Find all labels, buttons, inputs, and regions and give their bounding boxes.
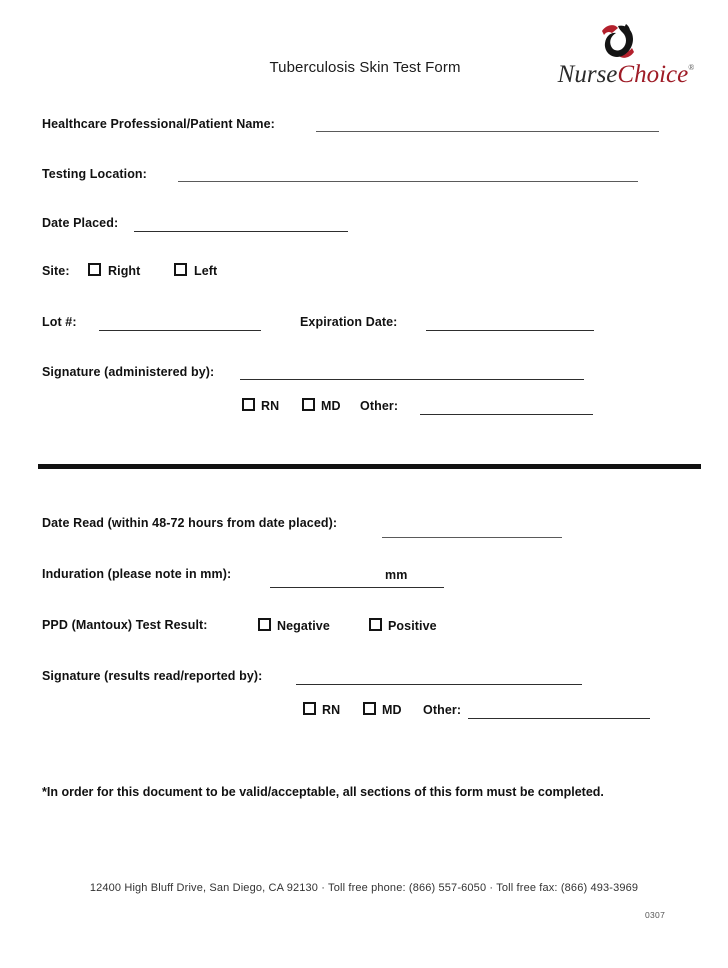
site-right-label: Right — [108, 264, 141, 278]
site-left-label: Left — [194, 264, 218, 278]
induration-input[interactable] — [270, 587, 444, 588]
nursechoice-logo-mark-icon — [596, 22, 642, 62]
results-md-label: MD — [382, 703, 402, 717]
patient-name-label: Healthcare Professional/Patient Name: — [42, 117, 275, 131]
brand-name-choice: Choice — [617, 61, 689, 88]
page-title: Tuberculosis Skin Test Form — [269, 59, 461, 76]
expiration-date-label: Expiration Date: — [300, 315, 398, 329]
administered-rn-label: RN — [261, 399, 280, 413]
ppd-positive-checkbox[interactable] — [369, 618, 382, 631]
form-page: Tuberculosis Skin Test Form NurseChoice®… — [0, 0, 728, 968]
validity-notice: *In order for this document to be valid/… — [42, 785, 604, 799]
administered-md-checkbox[interactable] — [302, 398, 315, 411]
section-divider — [38, 464, 701, 469]
footer-address: 12400 High Bluff Drive, San Diego, CA 92… — [89, 882, 639, 894]
results-other-input[interactable] — [468, 718, 650, 719]
results-other-label: Other: — [423, 703, 462, 717]
results-rn-checkbox[interactable] — [303, 702, 316, 715]
brand-logo: NurseChoice® — [551, 22, 701, 96]
administered-other-label: Other: — [360, 399, 399, 413]
brand-wordmark: NurseChoice® — [551, 62, 701, 87]
ppd-negative-label: Negative — [277, 619, 330, 633]
lot-number-input[interactable] — [99, 330, 261, 331]
testing-location-input[interactable] — [178, 181, 638, 182]
lot-number-label: Lot #: — [42, 315, 77, 329]
results-rn-label: RN — [322, 703, 341, 717]
results-signature-input[interactable] — [296, 684, 582, 685]
administered-other-input[interactable] — [420, 414, 593, 415]
site-label: Site: — [42, 264, 70, 278]
ppd-result-label: PPD (Mantoux) Test Result: — [42, 618, 208, 632]
date-read-input[interactable] — [382, 537, 562, 538]
administered-signature-label: Signature (administered by): — [42, 365, 215, 379]
expiration-date-input[interactable] — [426, 330, 594, 331]
ppd-positive-label: Positive — [388, 619, 437, 633]
date-placed-label: Date Placed: — [42, 216, 119, 230]
patient-name-input[interactable] — [316, 131, 659, 132]
trademark-symbol: ® — [688, 63, 695, 72]
induration-unit-label: mm — [385, 568, 408, 582]
site-left-checkbox[interactable] — [174, 263, 187, 276]
site-right-checkbox[interactable] — [88, 263, 101, 276]
results-md-checkbox[interactable] — [363, 702, 376, 715]
induration-label: Induration (please note in mm): — [42, 567, 232, 581]
revision-code: 0307 — [645, 910, 666, 920]
administered-md-label: MD — [321, 399, 341, 413]
testing-location-label: Testing Location: — [42, 167, 147, 181]
administered-signature-input[interactable] — [240, 379, 584, 380]
date-placed-input[interactable] — [134, 231, 348, 232]
results-signature-label: Signature (results read/reported by): — [42, 669, 263, 683]
date-read-label: Date Read (within 48-72 hours from date … — [42, 516, 338, 530]
administered-rn-checkbox[interactable] — [242, 398, 255, 411]
brand-name-nurse: Nurse — [557, 61, 618, 88]
ppd-negative-checkbox[interactable] — [258, 618, 271, 631]
form-header: Tuberculosis Skin Test Form NurseChoice® — [0, 0, 728, 105]
